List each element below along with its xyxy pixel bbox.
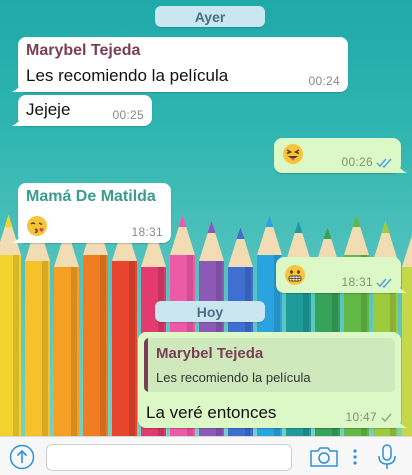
more-icon: [353, 449, 357, 465]
quoted-message[interactable]: Marybel Tejeda Les recomiendo la películ…: [144, 338, 395, 392]
pencil-decoration: [25, 221, 50, 436]
pencil-decoration: [402, 234, 412, 436]
message-time: 10:47: [345, 410, 377, 424]
message-time: 00:25: [112, 108, 144, 122]
pencil-decoration: [83, 215, 108, 436]
sender-name: Marybel Tejeda: [26, 42, 141, 59]
date-divider-today: Hoy: [155, 301, 265, 322]
quoted-sender-name: Marybel Tejeda: [156, 345, 264, 362]
share-button[interactable]: [8, 443, 36, 471]
message-time: 18:31: [341, 275, 373, 289]
face-blowing-a-kiss-icon: [27, 216, 47, 236]
pencil-decoration: [0, 215, 21, 436]
message-outgoing[interactable]: 00:26: [274, 138, 407, 173]
date-label: Hoy: [196, 303, 224, 320]
message-time: 00:26: [341, 155, 373, 169]
message-text: Les recomiendo la película: [26, 66, 229, 85]
quoted-text: Les recomiendo la película: [156, 370, 311, 385]
read-ticks-icon: [376, 278, 392, 288]
message-outgoing-reply[interactable]: Marybel Tejeda Les recomiendo la películ…: [138, 332, 407, 428]
share-icon: [9, 444, 35, 470]
quote-bar: [144, 338, 148, 392]
message-text: La veré entonces: [146, 403, 277, 422]
message-input[interactable]: [46, 444, 292, 471]
message-incoming[interactable]: Marybel Tejeda Les recomiendo la películ…: [12, 37, 348, 92]
squinting-face-with-tongue-icon: [283, 144, 303, 164]
chat-background: Ayer Marybel Tejeda Les recomiendo la pe…: [0, 0, 412, 436]
message-time: 18:31: [131, 225, 163, 239]
microphone-icon: [378, 444, 396, 469]
camera-button[interactable]: [308, 445, 340, 469]
read-ticks-icon: [376, 158, 392, 168]
date-label: Ayer: [194, 8, 226, 25]
message-time: 00:24: [308, 74, 340, 88]
delivered-tick-icon: [381, 413, 392, 423]
message-incoming[interactable]: Mamá De Matilda 18:31: [12, 183, 171, 243]
pencil-decoration: [54, 227, 79, 436]
more-button[interactable]: [349, 445, 361, 469]
message-outgoing[interactable]: 18:31: [276, 257, 407, 293]
message-text: Jejeje: [26, 100, 71, 119]
camera-icon: [310, 447, 338, 467]
sender-name: Mamá De Matilda: [26, 188, 156, 205]
microphone-button[interactable]: [372, 443, 402, 471]
grimacing-face-icon: [285, 265, 305, 285]
date-divider-yesterday: Ayer: [155, 6, 265, 27]
message-input-bar: [0, 436, 412, 475]
message-incoming[interactable]: Jejeje 00:25: [12, 95, 152, 126]
pencil-decoration: [112, 221, 137, 436]
